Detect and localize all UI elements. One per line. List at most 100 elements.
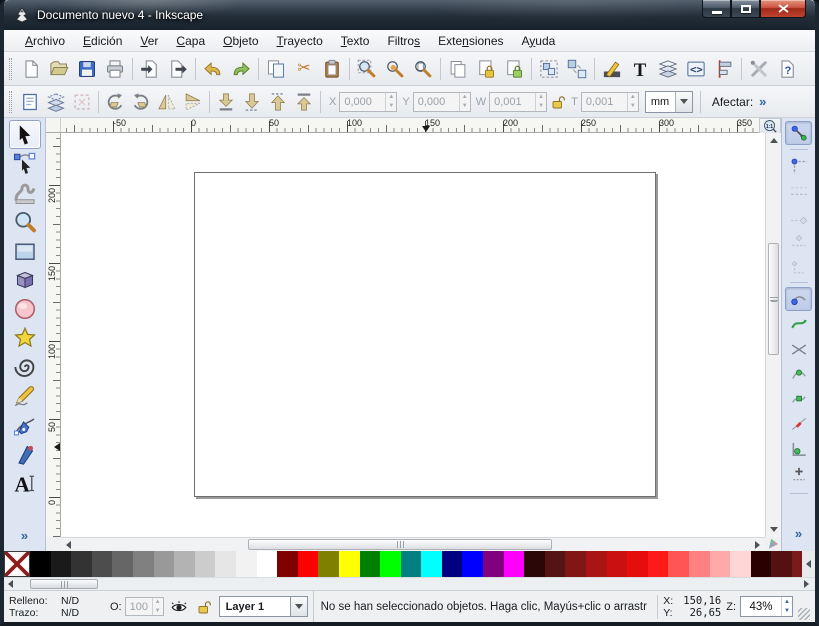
tool-box-3d[interactable] [9,265,41,294]
tool-selector[interactable] [9,120,41,149]
palette-swatch[interactable] [689,551,710,577]
menu-item[interactable]: Ver [131,31,167,51]
scroll-right-button[interactable] [750,538,765,551]
import-document-button[interactable] [136,55,164,83]
palette-swatch[interactable] [504,551,525,577]
tool-rectangle[interactable] [9,236,41,265]
copy-button[interactable] [262,55,290,83]
menu-item[interactable]: Filtros [378,31,429,51]
menu-item[interactable]: Objeto [214,31,267,51]
flip-vertical-button[interactable] [180,89,206,115]
canvas[interactable] [61,133,765,537]
palette-swatch[interactable] [442,551,463,577]
cut-button[interactable]: ✂ [290,55,318,83]
xml-editor-button[interactable]: <> [682,55,710,83]
snap-midpoints-button[interactable] [785,412,812,436]
select-all-in-all-layers-button[interactable] [43,89,69,115]
palette-swatch[interactable] [710,551,731,577]
palette-swatch[interactable] [668,551,689,577]
lower-to-bottom-button[interactable] [213,89,239,115]
new-document-button[interactable] [17,55,45,83]
palette-swatch[interactable] [298,551,319,577]
raise-one-step-button[interactable] [265,89,291,115]
menu-item[interactable]: Ayuda [513,31,565,51]
menu-item[interactable]: Texto [332,31,379,51]
palette-swatch[interactable] [154,551,175,577]
select-all-button[interactable] [17,89,43,115]
undo-button[interactable] [199,55,227,83]
palette-swatch[interactable] [257,551,278,577]
vertical-scroll-thumb[interactable] [768,243,779,355]
menu-item[interactable]: Trayecto [268,31,332,51]
group-objects-button[interactable] [535,55,563,83]
ungroup-objects-button[interactable] [563,55,591,83]
scroll-up-button[interactable] [766,133,781,148]
horizontal-scrollbar[interactable] [61,537,765,551]
create-clone-button[interactable] [472,55,500,83]
print-document-button[interactable] [101,55,129,83]
menu-item[interactable]: Capa [167,31,214,51]
snap-object-centers-button[interactable] [785,437,812,461]
scroll-left-button[interactable] [61,538,76,551]
close-button[interactable] [760,0,806,18]
palette-swatch[interactable] [648,551,669,577]
palette-swatch[interactable] [380,551,401,577]
palette-swatch[interactable] [236,551,257,577]
palette-swatch[interactable] [401,551,422,577]
tool-tweak[interactable] [9,178,41,207]
unit-select[interactable]: mm [645,91,693,113]
horizontal-scroll-thumb[interactable] [248,539,552,550]
tool-bezier-pen[interactable] [9,410,41,439]
palette-swatch[interactable] [627,551,648,577]
titlebar[interactable]: Documento nuevo 4 - Inkscape [4,0,815,30]
layers-button[interactable] [654,55,682,83]
tool-zoom[interactable] [9,207,41,236]
export-document-button[interactable] [164,55,192,83]
toolbar-grip[interactable] [9,58,12,80]
tool-pencil[interactable] [9,381,41,410]
layer-dropdown-button[interactable] [291,596,308,617]
palette-swatch[interactable] [112,551,133,577]
palette-swatch[interactable] [462,551,483,577]
palette-swatch[interactable] [771,551,792,577]
menu-item[interactable]: Edición [74,31,131,51]
palette-swatch[interactable] [92,551,113,577]
open-document-button[interactable] [45,55,73,83]
rotate-90-ccw-button[interactable] [102,89,128,115]
lock-width-height-button[interactable] [547,89,569,115]
layer-selector[interactable]: Layer 1 [219,596,308,617]
tool-text[interactable]: A [9,468,41,497]
horizontal-ruler[interactable]: -50050100150200250300350 [61,118,759,133]
palette-swatch[interactable] [318,551,339,577]
snap-cusp-nodes-button[interactable] [785,362,812,386]
palette-swatch[interactable] [71,551,92,577]
lower-one-step-button[interactable] [239,89,265,115]
toolbar-grip[interactable] [9,91,12,113]
palette-swatch[interactable] [730,551,751,577]
palette-swatch[interactable] [277,551,298,577]
align-and-distribute-button[interactable] [710,55,738,83]
snap-smooth-nodes-button[interactable] [785,387,812,411]
tool-calligraphy[interactable] [9,439,41,468]
rotate-90-cw-button[interactable] [128,89,154,115]
zoom-input-box[interactable]: 43% ▲▼ [740,596,793,617]
palette-swatch[interactable] [751,551,772,577]
unlink-clone-button[interactable] [500,55,528,83]
unit-dropdown-button[interactable] [675,92,692,112]
tool-spiral[interactable] [9,352,41,381]
raise-to-top-button[interactable] [291,89,317,115]
window-resize-grip[interactable] [798,608,810,620]
palette-swatch[interactable] [524,551,545,577]
zoom-to-selection-button[interactable] [353,55,381,83]
palette-swatch-none[interactable] [4,551,30,577]
palette-swatch[interactable] [483,551,504,577]
tool-star[interactable] [9,323,41,352]
palette-swatch[interactable] [133,551,154,577]
palette-swatch[interactable] [360,551,381,577]
snap-to-paths-button[interactable] [785,312,812,336]
palette-scrollbar-right-button[interactable] [804,578,809,590]
duplicate-button[interactable] [444,55,472,83]
fill-stroke-indicator[interactable]: Relleno:N/D Trazo:N/D [9,595,105,619]
layer-lock-toggle[interactable] [194,597,214,617]
toolbox-overflow-button[interactable]: » [21,528,28,543]
